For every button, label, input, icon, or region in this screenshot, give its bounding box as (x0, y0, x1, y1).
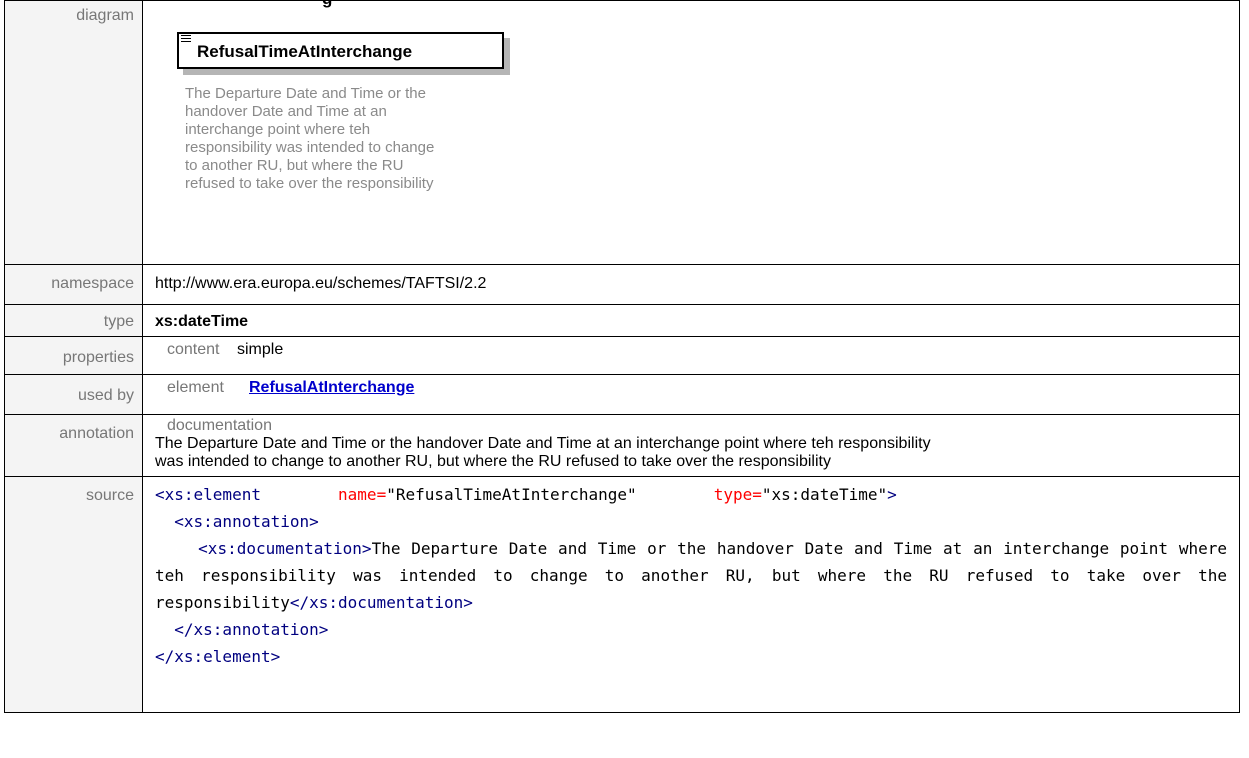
type-row: type xs:dateTime (4, 304, 1240, 337)
namespace-value: http://www.era.europa.eu/schemes/TAFTSI/… (142, 264, 1240, 305)
properties-row: properties content simple (4, 336, 1240, 375)
properties-cell: content simple (142, 336, 1240, 375)
element-diagram: RefusalTimeAtInterchange The Departure D… (155, 5, 1227, 260)
diagram-doc-line: interchange point where teh (185, 121, 371, 138)
element-content-icon (181, 35, 191, 44)
source-attr-name: type= (713, 485, 762, 504)
element-box[interactable]: RefusalTimeAtInterchange (177, 32, 504, 69)
source-line: <xs:element name="RefusalTimeAtInterchan… (155, 481, 1227, 508)
type-value: xs:dateTime (142, 304, 1240, 337)
source-line: </xs:element> (155, 643, 1227, 670)
used-by-cell: element RefusalAtInterchange (142, 374, 1240, 415)
source-label: source (4, 476, 143, 713)
diagram-label: diagram (4, 0, 143, 265)
schema-doc-table: diagram RefusalTimeAtInterchange The Dep… (4, 0, 1240, 713)
diagram-documentation: The Departure Date and Time or the hando… (185, 85, 525, 193)
type-label: type (4, 304, 143, 337)
source-code: <xs:element name="RefusalTimeAtInterchan… (142, 476, 1240, 713)
annotation-label: annotation (4, 414, 143, 477)
annotation-cell: documentation The Departure Date and Tim… (142, 414, 1240, 477)
source-tag: <xs:documentation> (198, 539, 372, 558)
source-documentation-block: <xs:documentation>The Departure Date and… (155, 535, 1227, 616)
source-tag: </xs:annotation> (174, 620, 329, 639)
source-attr-value: "xs:dateTime" (761, 485, 888, 504)
source-tag: </xs:element> (155, 647, 281, 666)
used-by-row: used by element RefusalAtInterchange (4, 374, 1240, 415)
properties-label: properties (4, 336, 143, 375)
diagram-doc-line: The Departure Date and Time or the (185, 85, 426, 102)
source-line: <xs:annotation> (155, 508, 1227, 535)
used-by-link[interactable]: RefusalAtInterchange (249, 379, 414, 396)
used-by-label: used by (4, 374, 143, 415)
properties-value: simple (237, 341, 284, 358)
source-row: source <xs:element name="RefusalTimeAtIn… (4, 476, 1240, 713)
source-tag: <xs:element (155, 485, 261, 504)
annotation-row: annotation documentation The Departure D… (4, 414, 1240, 477)
namespace-label: namespace (4, 264, 143, 305)
source-attr-value: "RefusalTimeAtInterchange" (386, 485, 637, 504)
annotation-key: documentation (167, 417, 272, 434)
source-tag: <xs:annotation> (174, 512, 319, 531)
source-line: </xs:annotation> (155, 616, 1227, 643)
source-tag: > (887, 485, 897, 504)
source-tag: </xs:documentation> (289, 593, 473, 612)
properties-key: content (167, 341, 220, 358)
diagram-doc-line: refused to take over the responsibility (185, 175, 434, 192)
annotation-text-line: was intended to change to another RU, bu… (155, 453, 831, 470)
used-by-key: element (167, 379, 224, 396)
diagram-doc-line: responsibility was intended to change (185, 139, 435, 156)
source-attr-name: name= (338, 485, 387, 504)
annotation-text-line: The Departure Date and Time or the hando… (155, 435, 931, 452)
diagram-row: diagram RefusalTimeAtInterchange The Dep… (4, 0, 1240, 265)
element-name: RefusalTimeAtInterchange (197, 42, 413, 61)
diagram-doc-line: to another RU, but where the RU (185, 157, 404, 174)
namespace-row: namespace http://www.era.europa.eu/schem… (4, 264, 1240, 305)
diagram-cell: RefusalTimeAtInterchange The Departure D… (142, 0, 1240, 265)
diagram-doc-line: handover Date and Time at an (185, 103, 387, 120)
